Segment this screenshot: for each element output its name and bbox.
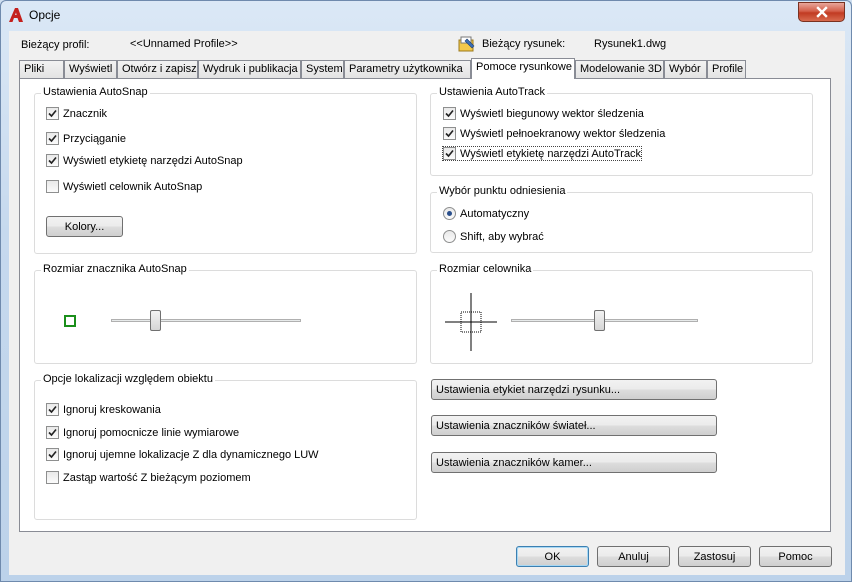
tab-system[interactable]: System <box>301 60 344 78</box>
replace-z-value-label: Zastąp wartość Z bieżącym poziomem <box>63 471 251 484</box>
dialog-client: Bieżący profil: <<Unnamed Profile>> Bież… <box>9 31 845 575</box>
radio-circle <box>443 230 456 243</box>
checkbox-box <box>46 426 59 439</box>
window-title: Opcje <box>29 8 61 22</box>
checkbox-box <box>46 403 59 416</box>
checkbox-box <box>46 107 59 120</box>
title-bar[interactable]: Opcje <box>1 1 851 29</box>
checkbox-box <box>443 147 456 160</box>
autotrack-tooltip-label: Wyświetl etykietę narzędzi AutoTrack <box>460 147 642 160</box>
checkmark-icon <box>48 450 57 459</box>
autosnap-tooltip-label: Wyświetl etykietę narzędzi AutoSnap <box>63 154 243 167</box>
autotrack-tooltip-checkbox[interactable]: Wyświetl etykietę narzędzi AutoTrack <box>441 146 643 161</box>
close-button[interactable] <box>798 2 845 22</box>
autosnap-settings-group: Ustawienia AutoSnap Znacznik Przyciągani… <box>34 86 417 254</box>
alignment-point-title: Wybór punktu odniesienia <box>437 185 568 197</box>
checkbox-box <box>443 107 456 120</box>
shift-to-acquire-label: Shift, aby wybrać <box>460 230 544 243</box>
marker-checkbox[interactable]: Znacznik <box>46 107 107 120</box>
fullscreen-tracking-vector-label: Wyświetl pełnoekranowy wektor śledzenia <box>460 127 666 140</box>
checkmark-icon <box>445 149 454 158</box>
radio-circle <box>443 207 456 220</box>
ok-button[interactable]: OK <box>516 546 589 567</box>
checkbox-box <box>46 180 59 193</box>
tab-wyswietl[interactable]: Wyświetl <box>64 60 117 78</box>
marker-size-slider-thumb[interactable] <box>149 310 161 331</box>
ignore-hatch-label: Ignoruj kreskowania <box>63 403 161 416</box>
checkbox-box <box>443 127 456 140</box>
autocad-app-icon <box>9 8 23 22</box>
ignore-negative-z-label: Ignoruj ujemne lokalizacje Z dla dynamic… <box>63 448 319 461</box>
checkmark-icon <box>48 109 57 118</box>
checkmark-icon <box>48 405 57 414</box>
alignment-point-group: Wybór punktu odniesienia Automatyczny Sh… <box>430 185 813 253</box>
colors-button[interactable]: Kolory... <box>46 216 123 237</box>
automatic-label: Automatyczny <box>460 207 530 220</box>
aperture-size-group: Rozmiar celownika <box>430 263 813 364</box>
tab-pliki[interactable]: Pliki <box>19 60 64 78</box>
checkmark-icon <box>48 428 57 437</box>
tab-modelowanie-3d[interactable]: Modelowanie 3D <box>575 60 664 78</box>
cameras-glyph-settings-button[interactable]: Ustawienia znaczników kamer... <box>431 452 717 473</box>
autosnap-aperture-label: Wyświetl celownik AutoSnap <box>63 180 203 193</box>
lights-glyph-settings-button[interactable]: Ustawienia znaczników świateł... <box>431 415 717 436</box>
autosnap-marker-size-group: Rozmiar znacznika AutoSnap <box>34 263 417 364</box>
autotrack-settings-title: Ustawienia AutoTrack <box>437 86 547 98</box>
aperture-crosshair-preview <box>445 293 497 351</box>
tab-wydruk-i-publikacja[interactable]: Wydruk i publikacja <box>198 60 301 78</box>
drafting-tooltip-settings-button[interactable]: Ustawienia etykiet narzędzi rysunku... <box>431 379 717 400</box>
ignore-extension-lines-label: Ignoruj pomocnicze linie wymiarowe <box>63 426 240 439</box>
autosnap-aperture-checkbox[interactable]: Wyświetl celownik AutoSnap <box>46 180 202 193</box>
current-drawing-value: Rysunek1.dwg <box>594 38 667 50</box>
close-icon <box>815 6 828 18</box>
polar-tracking-vector-label: Wyświetl biegunowy wektor śledzenia <box>460 107 644 120</box>
object-snap-options-title: Opcje lokalizacji względem obiektu <box>41 373 215 385</box>
checkmark-icon <box>445 109 454 118</box>
checkbox-box <box>46 471 59 484</box>
drawing-file-icon <box>458 36 475 52</box>
ignore-negative-z-checkbox[interactable]: Ignoruj ujemne lokalizacje Z dla dynamic… <box>46 448 319 461</box>
radio-dot <box>447 211 452 216</box>
options-dialog: Opcje Bieżący profil: <<Unnamed Profile>… <box>0 0 852 582</box>
magnet-checkbox[interactable]: Przyciąganie <box>46 132 126 145</box>
autosnap-tooltip-checkbox[interactable]: Wyświetl etykietę narzędzi AutoSnap <box>46 154 243 167</box>
marker-label: Znacznik <box>63 107 108 120</box>
current-drawing-label: Bieżący rysunek: <box>482 38 566 50</box>
tab-pomoce-rysunkowe[interactable]: Pomoce rysunkowe <box>471 58 575 79</box>
checkbox-box <box>46 448 59 461</box>
current-profile-value: <<Unnamed Profile>> <box>130 38 238 50</box>
apply-button[interactable]: Zastosuj <box>678 546 751 567</box>
current-profile-label: Bieżący profil: <box>21 39 90 51</box>
checkmark-icon <box>445 129 454 138</box>
ignore-extension-lines-checkbox[interactable]: Ignoruj pomocnicze linie wymiarowe <box>46 426 239 439</box>
tab-otworz-i-zapisz[interactable]: Otwórz i zapisz <box>117 60 198 78</box>
ignore-hatch-checkbox[interactable]: Ignoruj kreskowania <box>46 403 161 416</box>
fullscreen-tracking-vector-checkbox[interactable]: Wyświetl pełnoekranowy wektor śledzenia <box>443 127 665 140</box>
polar-tracking-vector-checkbox[interactable]: Wyświetl biegunowy wektor śledzenia <box>443 107 644 120</box>
tab-wybor[interactable]: Wybór <box>664 60 707 78</box>
autosnap-marker-size-title: Rozmiar znacznika AutoSnap <box>41 263 189 275</box>
checkbox-box <box>46 154 59 167</box>
cancel-button[interactable]: Anuluj <box>597 546 670 567</box>
checkmark-icon <box>48 156 57 165</box>
autosnap-settings-title: Ustawienia AutoSnap <box>41 86 150 98</box>
checkbox-box <box>46 132 59 145</box>
magnet-label: Przyciąganie <box>63 132 126 145</box>
checkmark-icon <box>48 134 57 143</box>
autotrack-settings-group: Ustawienia AutoTrack Wyświetl biegunowy … <box>430 86 813 176</box>
aperture-size-title: Rozmiar celownika <box>437 263 534 275</box>
help-button[interactable]: Pomoc <box>759 546 832 567</box>
autosnap-marker-preview <box>64 315 76 327</box>
marker-size-slider-track[interactable] <box>111 319 301 322</box>
drafting-tab-panel: Ustawienia AutoSnap Znacznik Przyciągani… <box>19 78 831 532</box>
tab-profile[interactable]: Profile <box>707 60 746 78</box>
object-snap-options-group: Opcje lokalizacji względem obiektu Ignor… <box>34 373 417 520</box>
aperture-size-slider-thumb[interactable] <box>593 310 605 331</box>
automatic-radio[interactable]: Automatyczny <box>443 207 529 220</box>
tab-parametry-uzytkownika[interactable]: Parametry użytkownika <box>344 60 471 78</box>
shift-to-acquire-radio[interactable]: Shift, aby wybrać <box>443 230 544 243</box>
replace-z-value-checkbox[interactable]: Zastąp wartość Z bieżącym poziomem <box>46 471 251 484</box>
